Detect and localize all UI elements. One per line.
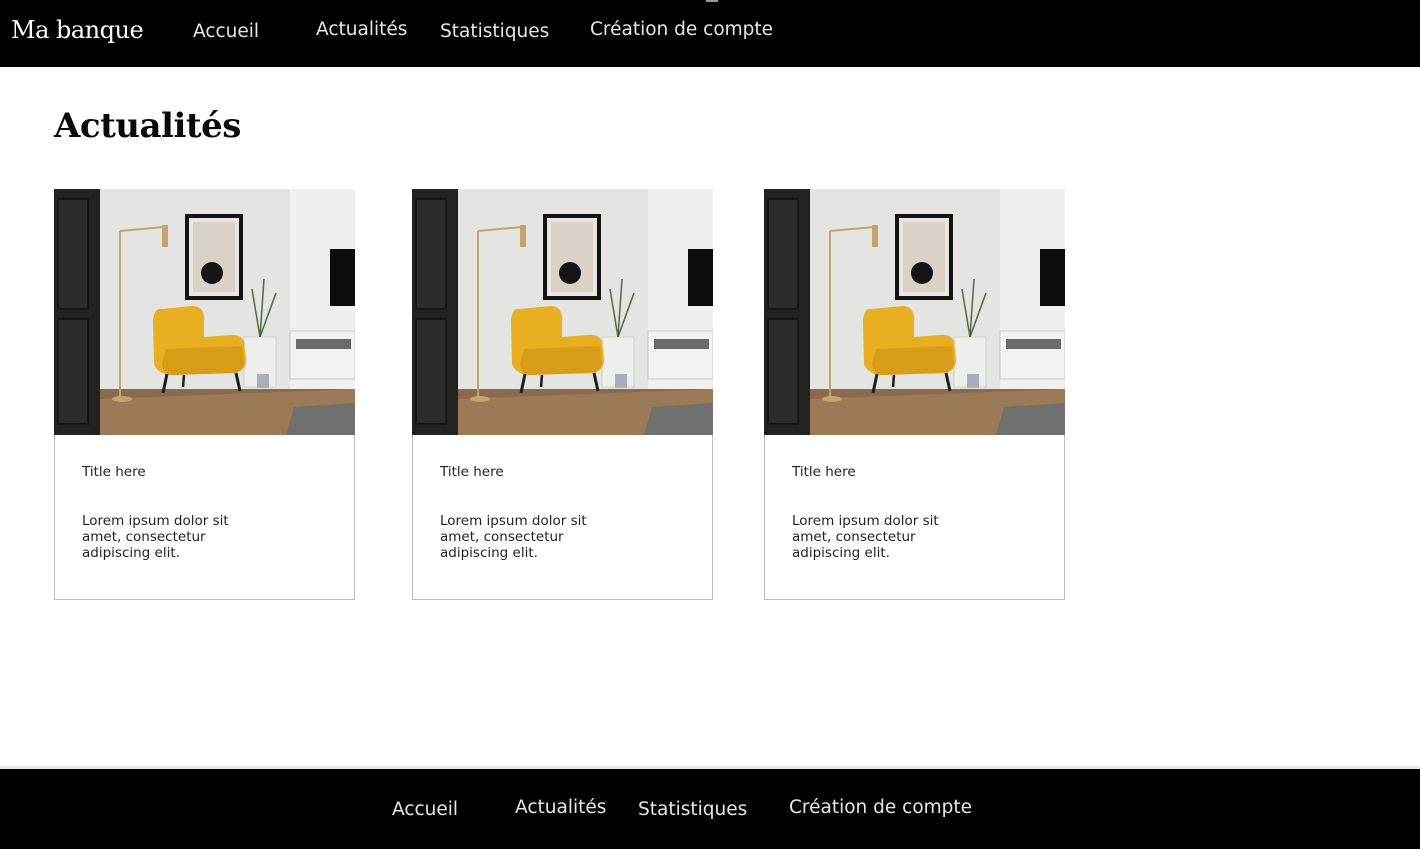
top-navbar: Ma banque Accueil Actualités Statistique… — [0, 0, 1420, 67]
nav-link-statistiques[interactable]: Statistiques — [440, 21, 549, 42]
decorative-marker — [706, 0, 718, 2]
news-card[interactable]: Title here Lorem ipsum dolor sit amet, c… — [764, 189, 1065, 600]
armchair-photo-icon — [764, 189, 1065, 435]
footer-link-creation-de-compte[interactable]: Création de compte — [789, 797, 972, 818]
card-title: Title here — [792, 464, 856, 480]
nav-link-creation-de-compte[interactable]: Création de compte — [590, 19, 773, 40]
card-description: Lorem ipsum dolor sit amet, consectetur … — [440, 513, 587, 561]
card-description: Lorem ipsum dolor sit amet, consectetur … — [82, 513, 229, 561]
footer-link-actualites[interactable]: Actualités — [515, 797, 606, 818]
armchair-photo-icon — [54, 189, 355, 435]
card-description: Lorem ipsum dolor sit amet, consectetur … — [792, 513, 939, 561]
card-title: Title here — [82, 464, 146, 480]
card-title: Title here — [440, 464, 504, 480]
brand-logo[interactable]: Ma banque — [11, 16, 144, 44]
card-image — [54, 189, 355, 435]
news-card[interactable]: Title here Lorem ipsum dolor sit amet, c… — [412, 189, 713, 600]
card-image — [412, 189, 713, 435]
news-card[interactable]: Title here Lorem ipsum dolor sit amet, c… — [54, 189, 355, 600]
nav-link-actualites[interactable]: Actualités — [316, 19, 407, 40]
armchair-photo-icon — [412, 189, 713, 435]
nav-link-accueil[interactable]: Accueil — [193, 21, 259, 42]
page-title: Actualités — [54, 106, 241, 146]
footer-link-accueil[interactable]: Accueil — [392, 799, 458, 820]
footer-link-statistiques[interactable]: Statistiques — [638, 799, 747, 820]
footer-navbar: Accueil Actualités Statistiques Création… — [0, 769, 1420, 849]
card-image — [764, 189, 1065, 435]
